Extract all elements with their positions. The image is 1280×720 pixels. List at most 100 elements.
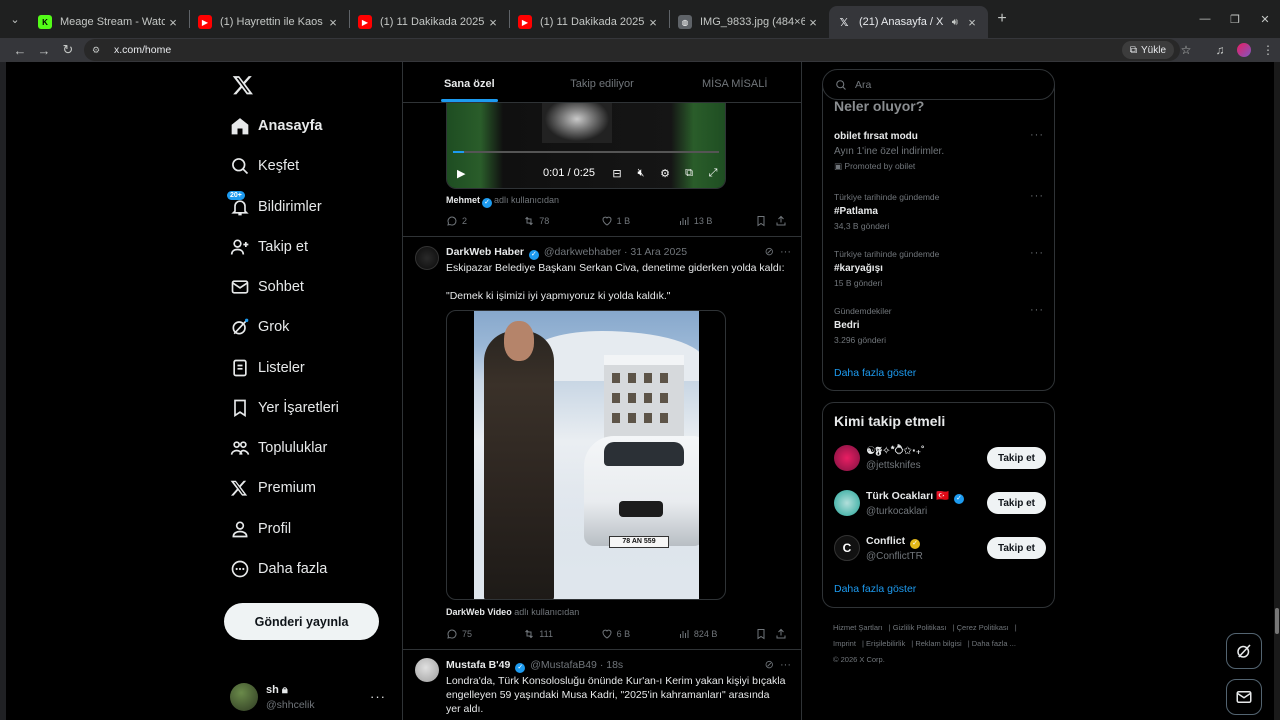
popout-icon[interactable]: ⧉ bbox=[677, 167, 701, 180]
browser-tab[interactable]: ◍ IMG_9833.jpg (484×645) × bbox=[670, 6, 829, 38]
browser-tab[interactable]: ▶ (1) 11 Dakikada 2025 - YouTube × bbox=[510, 6, 669, 38]
author-handle[interactable]: @darkwebhaber bbox=[544, 246, 621, 258]
tweet-date[interactable]: · 18s bbox=[600, 659, 623, 671]
nav-item-chat[interactable]: Sohbet bbox=[222, 267, 392, 307]
captions-icon[interactable]: ⊟ bbox=[605, 167, 629, 180]
reload-icon[interactable]: ↻ bbox=[56, 38, 80, 62]
footer-link[interactable]: Imprint bbox=[833, 639, 856, 648]
footer-link[interactable]: Çerez Politikası bbox=[957, 623, 1009, 632]
share-button[interactable] bbox=[775, 215, 791, 227]
nav-item-grok[interactable]: Grok bbox=[222, 307, 392, 347]
close-icon[interactable]: × bbox=[485, 15, 501, 30]
search-input[interactable]: Ara bbox=[822, 69, 1055, 100]
close-icon[interactable]: × bbox=[805, 15, 821, 30]
footer-link[interactable]: Gizlilik Politikası bbox=[893, 623, 947, 632]
trends-show-more-link[interactable]: Daha fazla göster bbox=[834, 367, 916, 379]
like-button[interactable]: 1 B bbox=[601, 215, 678, 227]
tab-misa-misali[interactable]: MİSA MİSALİ bbox=[668, 62, 801, 102]
trend-item[interactable]: Türkiye tarihinde gündemde #Patlama 34,3… bbox=[834, 190, 1044, 231]
nav-item-more[interactable]: Daha fazla bbox=[222, 549, 392, 589]
avatar[interactable] bbox=[415, 658, 439, 682]
follow-suggestion[interactable]: Türk Ocakları 🇹🇷 ✓ @turkocaklari Takip et bbox=[834, 485, 1046, 521]
close-icon[interactable]: × bbox=[964, 15, 980, 30]
site-info-icon[interactable]: ⚙ bbox=[92, 45, 106, 56]
tweet-date[interactable]: · 31 Ara 2025 bbox=[624, 246, 687, 258]
nav-item-follow[interactable]: Takip et bbox=[222, 227, 392, 267]
close-window-icon[interactable]: ✕ bbox=[1250, 0, 1280, 38]
views-button[interactable]: 13 B bbox=[678, 215, 755, 227]
video-attribution[interactable]: DarkWeb Video adlı kullanıcıdan bbox=[446, 607, 579, 617]
footer-link[interactable]: Reklam bilgisi bbox=[915, 639, 961, 648]
nav-item-explore[interactable]: Keşfet bbox=[222, 146, 392, 186]
more-dots-icon[interactable]: ··· bbox=[1030, 304, 1044, 316]
follow-suggestion[interactable]: ☯︎𝕱✧*ੈ✩‧₊˚ @jettsknifes Takip et bbox=[834, 440, 1046, 476]
views-button[interactable]: 824 B bbox=[678, 628, 755, 640]
menu-kebab-icon[interactable]: ⋮ bbox=[1256, 43, 1280, 57]
more-dots-icon[interactable]: ··· bbox=[780, 246, 791, 258]
close-icon[interactable]: × bbox=[325, 15, 341, 30]
repost-button[interactable]: 111 bbox=[523, 628, 600, 640]
video-player[interactable]: 78 AN 559 bbox=[446, 310, 726, 600]
share-button[interactable] bbox=[775, 628, 791, 640]
repost-button[interactable]: 78 bbox=[523, 215, 600, 227]
mute-icon[interactable]: 🔇︎ bbox=[629, 167, 653, 180]
settings-icon[interactable]: ⚙ bbox=[653, 167, 677, 180]
follow-button[interactable]: Takip et bbox=[987, 537, 1046, 559]
forward-arrow-icon[interactable]: → bbox=[32, 38, 56, 62]
follow-button[interactable]: Takip et bbox=[987, 492, 1046, 514]
tab-search-button[interactable]: ⌄ bbox=[0, 0, 30, 38]
grok-float-button[interactable] bbox=[1226, 633, 1262, 669]
follow-suggestion[interactable]: C Conflict ✓ @ConflictTR Takip et bbox=[834, 530, 1046, 566]
tab-following[interactable]: Takip ediliyor bbox=[536, 62, 669, 102]
new-tab-button[interactable]: + bbox=[988, 0, 1016, 38]
trend-item[interactable]: Türkiye tarihinde gündemde #karyağışı 15… bbox=[834, 247, 1044, 288]
page-scrollbar[interactable] bbox=[1274, 62, 1280, 720]
fullscreen-icon[interactable]: ⤢ bbox=[701, 167, 725, 180]
more-dots-icon[interactable]: ··· bbox=[1030, 190, 1044, 202]
address-bar[interactable]: ⚙ x.com/home ⧉ Yükle bbox=[84, 39, 1180, 61]
post-button[interactable]: Gönderi yayınla bbox=[224, 603, 379, 640]
browser-tab-active[interactable]: 𝕏 (21) Anasayfa / X 🔊︎ × bbox=[829, 6, 988, 38]
close-icon[interactable]: × bbox=[645, 15, 661, 30]
messages-float-button[interactable] bbox=[1226, 679, 1262, 715]
grok-icon[interactable]: ⊘ bbox=[765, 246, 774, 258]
browser-tab[interactable]: ▶ (1) Hayrettin ile Kaos Show - 2... × bbox=[190, 6, 349, 38]
close-icon[interactable]: × bbox=[165, 15, 181, 30]
minimize-icon[interactable]: — bbox=[1190, 0, 1220, 38]
like-button[interactable]: 6 B bbox=[601, 628, 678, 640]
x-logo-icon[interactable] bbox=[232, 74, 254, 96]
video-progress-bar[interactable] bbox=[453, 151, 719, 153]
media-control-icon[interactable]: ♫ bbox=[1208, 43, 1232, 57]
scrollbar-thumb[interactable] bbox=[1275, 608, 1279, 634]
bookmark-star-icon[interactable]: ☆ bbox=[1174, 43, 1198, 57]
nav-item-premium[interactable]: Premium bbox=[222, 468, 392, 508]
browser-tab[interactable]: ▶ (1) 11 Dakikada 2025 - YouTube × bbox=[350, 6, 509, 38]
account-switcher[interactable]: sh 🔒︎ @shhcelik ··· bbox=[230, 677, 390, 717]
more-dots-icon[interactable]: ··· bbox=[370, 689, 386, 704]
author-name[interactable]: Mustafa B'49 bbox=[446, 659, 510, 671]
footer-link[interactable]: Erişilebilirlik bbox=[866, 639, 905, 648]
more-dots-icon[interactable]: ··· bbox=[1030, 247, 1044, 259]
nav-item-bookmarks[interactable]: Yer İşaretleri bbox=[222, 388, 392, 428]
promoted-trend[interactable]: obilet fırsat modu Ayın 1'ine özel indir… bbox=[834, 129, 1044, 172]
play-icon[interactable]: ▶ bbox=[457, 167, 471, 180]
trend-item[interactable]: Gündemdekiler Bedri 3.296 gönderi ··· bbox=[834, 304, 1044, 345]
bookmark-button[interactable] bbox=[755, 215, 775, 227]
author-name[interactable]: DarkWeb Haber bbox=[446, 246, 524, 258]
nav-item-lists[interactable]: Listeler bbox=[222, 348, 392, 388]
restore-icon[interactable]: ❐ bbox=[1220, 0, 1250, 38]
tab-for-you[interactable]: Sana özel bbox=[403, 62, 536, 102]
more-dots-icon[interactable]: ··· bbox=[1030, 129, 1044, 141]
speaker-icon[interactable]: 🔊︎ bbox=[952, 17, 958, 28]
browser-tab[interactable]: K Meage Stream - Watch Live on × bbox=[30, 6, 189, 38]
follow-button[interactable]: Takip et bbox=[987, 447, 1046, 469]
nav-item-home[interactable]: Anasayfa bbox=[222, 106, 392, 146]
who-show-more-link[interactable]: Daha fazla göster bbox=[834, 583, 916, 595]
back-arrow-icon[interactable]: ← bbox=[8, 38, 32, 62]
reply-button[interactable]: 75 bbox=[446, 628, 523, 640]
footer-link[interactable]: Daha fazla ... bbox=[972, 639, 1016, 648]
nav-item-profile[interactable]: Profil bbox=[222, 509, 392, 549]
profile-avatar[interactable] bbox=[1237, 43, 1251, 57]
avatar[interactable] bbox=[415, 246, 439, 270]
footer-link[interactable]: Hizmet Şartları bbox=[833, 623, 883, 632]
